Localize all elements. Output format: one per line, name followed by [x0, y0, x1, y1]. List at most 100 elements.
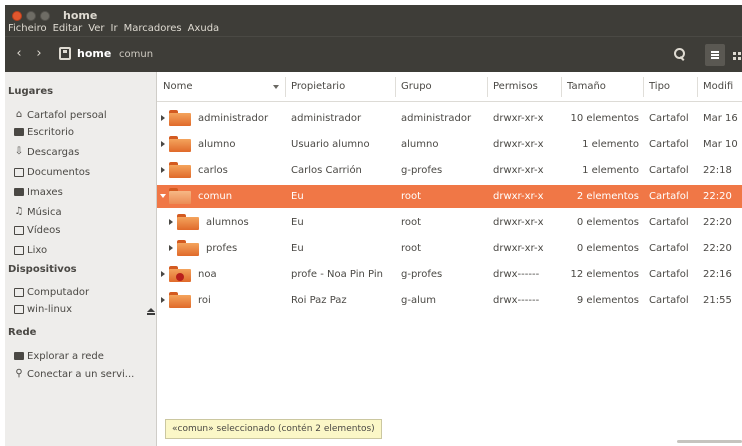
row-size: 0 elementos	[576, 217, 639, 228]
sidebar-item-lixo[interactable]: Lixo	[14, 243, 47, 257]
row-permissions: drwxr-xr-x	[493, 243, 544, 254]
breadcrumb-comun[interactable]: comun	[115, 47, 157, 63]
menu-ver[interactable]: Ver	[88, 23, 104, 34]
table-row[interactable]: profes Eu root drwxr-xr-x 0 elementos Ca…	[157, 237, 742, 260]
column-header-nome[interactable]: Nome	[163, 81, 193, 92]
column-header-permisos[interactable]: Permisos	[493, 81, 538, 92]
table-row[interactable]: alumnos Eu root drwxr-xr-x 0 elementos C…	[157, 211, 742, 234]
sidebar-item-conectar-servidor[interactable]: ⚲ Conectar a un servi...	[14, 367, 134, 381]
row-group: root	[401, 243, 422, 254]
table-row[interactable]: alumno Usuario alumno alumno drwxr-xr-x …	[157, 133, 742, 156]
row-type: Cartafol	[649, 269, 689, 280]
sidebar-item-label: Conectar a un servi...	[27, 368, 135, 380]
folder-icon	[177, 240, 199, 256]
music-icon: ♫	[14, 206, 24, 217]
expand-arrow-icon[interactable]	[161, 115, 165, 121]
sidebar-item-documentos[interactable]: Documentos	[14, 165, 90, 179]
trash-icon	[14, 245, 24, 255]
column-header-tamano[interactable]: Tamaño	[567, 81, 606, 92]
sidebar-item-label: win-linux	[27, 303, 73, 315]
network-icon	[14, 352, 24, 360]
sidebar-item-label: Explorar a rede	[27, 350, 104, 362]
file-list: Nome Propietario Grupo Permisos Tamaño T…	[157, 72, 742, 446]
sidebar-item-escritorio[interactable]: Escritorio	[14, 125, 74, 139]
row-owner: Eu	[291, 191, 304, 202]
close-window-button[interactable]	[12, 11, 22, 21]
column-header-tipo[interactable]: Tipo	[649, 81, 670, 92]
row-type: Cartafol	[649, 243, 689, 254]
expand-arrow-icon[interactable]	[169, 245, 173, 251]
list-view-button[interactable]	[705, 44, 725, 66]
row-modified: 22:20	[703, 217, 732, 228]
menu-bar: Ficheiro Editar Ver Ir Marcadores Axuda	[8, 23, 219, 34]
sidebar-item-videos[interactable]: Vídeos	[14, 223, 60, 237]
collapse-arrow-icon[interactable]	[160, 194, 166, 198]
expand-arrow-icon[interactable]	[169, 219, 173, 225]
sidebar-item-explorar-a-rede[interactable]: Explorar a rede	[14, 349, 104, 363]
folder-locked-icon	[169, 266, 191, 282]
row-permissions: drwx------	[493, 269, 540, 280]
menu-marcadores[interactable]: Marcadores	[124, 23, 182, 34]
sort-descending-icon	[273, 85, 279, 89]
folder-icon	[169, 162, 191, 178]
menu-editar[interactable]: Editar	[53, 23, 83, 34]
row-name: alumnos	[206, 217, 249, 228]
row-name: administrador	[198, 113, 269, 124]
table-row[interactable]: noa profe - Noa Pin Pin g-profes drwx---…	[157, 263, 742, 286]
row-size: 12 elementos	[570, 269, 639, 280]
row-modified: 22:16	[703, 269, 732, 280]
search-icon[interactable]	[673, 47, 685, 61]
sidebar-item-label: Documentos	[27, 166, 91, 178]
eject-icon[interactable]	[147, 308, 155, 316]
menu-ficheiro[interactable]: Ficheiro	[8, 23, 47, 34]
camera-icon	[14, 188, 24, 196]
menu-axuda[interactable]: Axuda	[188, 23, 220, 34]
back-button[interactable]: ‹	[11, 45, 27, 63]
row-type: Cartafol	[649, 113, 689, 124]
row-name: noa	[198, 269, 217, 280]
expand-arrow-icon[interactable]	[161, 141, 165, 147]
table-row[interactable]: administrador administrador administrado…	[157, 107, 742, 130]
sidebar-heading-lugares: Lugares	[8, 86, 54, 97]
folder-icon	[177, 214, 199, 230]
row-group: root	[401, 217, 422, 228]
sidebar-item-descargas[interactable]: ⇩ Descargas	[14, 145, 80, 159]
column-header-propietario[interactable]: Propietario	[291, 81, 345, 92]
sidebar-item-musica[interactable]: ♫ Música	[14, 205, 62, 219]
grid-view-button[interactable]	[728, 44, 742, 66]
column-header-modificado[interactable]: Modifi	[703, 81, 733, 92]
menu-ir[interactable]: Ir	[111, 23, 118, 34]
minimize-window-button[interactable]	[26, 11, 36, 21]
desktop-icon	[14, 128, 24, 136]
row-modified: Mar 10	[703, 139, 738, 150]
row-modified: 21:55	[703, 295, 732, 306]
maximize-window-button[interactable]	[40, 11, 50, 21]
sidebar: Lugares ⌂ Cartafol persoal Escritorio ⇩ …	[5, 72, 157, 446]
sidebar-item-computador[interactable]: Computador	[14, 285, 89, 299]
sidebar-item-cartafol-persoal[interactable]: ⌂ Cartafol persoal	[14, 108, 107, 122]
horizontal-scrollbar[interactable]	[677, 440, 742, 443]
row-modified: 22:18	[703, 165, 732, 176]
expand-arrow-icon[interactable]	[161, 297, 165, 303]
table-row[interactable]: roi Roi Paz Paz g-alum drwx------ 9 elem…	[157, 289, 742, 312]
expand-arrow-icon[interactable]	[161, 167, 165, 173]
sidebar-item-label: Escritorio	[27, 126, 74, 138]
row-permissions: drwxr-xr-x	[493, 165, 544, 176]
breadcrumb-home[interactable]: home	[77, 47, 111, 60]
expand-arrow-icon[interactable]	[161, 271, 165, 277]
sidebar-item-win-linux[interactable]: win-linux	[14, 302, 72, 316]
sidebar-item-label: Computador	[27, 286, 90, 298]
forward-button[interactable]: ›	[31, 45, 47, 63]
row-permissions: drwxr-xr-x	[493, 113, 544, 124]
row-name: carlos	[198, 165, 228, 176]
server-icon: ⚲	[15, 368, 23, 379]
row-group: g-profes	[401, 165, 443, 176]
document-icon	[14, 167, 24, 177]
row-size: 2 elementos	[576, 191, 639, 202]
folder-icon	[169, 292, 191, 308]
column-header-grupo[interactable]: Grupo	[401, 81, 432, 92]
sidebar-item-imaxes[interactable]: Imaxes	[14, 185, 63, 199]
table-row[interactable]: carlos Carlos Carrión g-profes drwxr-xr-…	[157, 159, 742, 182]
sidebar-heading-rede: Rede	[8, 327, 37, 338]
table-row-selected[interactable]: comun Eu root drwxr-xr-x 2 elementos Car…	[157, 185, 742, 208]
